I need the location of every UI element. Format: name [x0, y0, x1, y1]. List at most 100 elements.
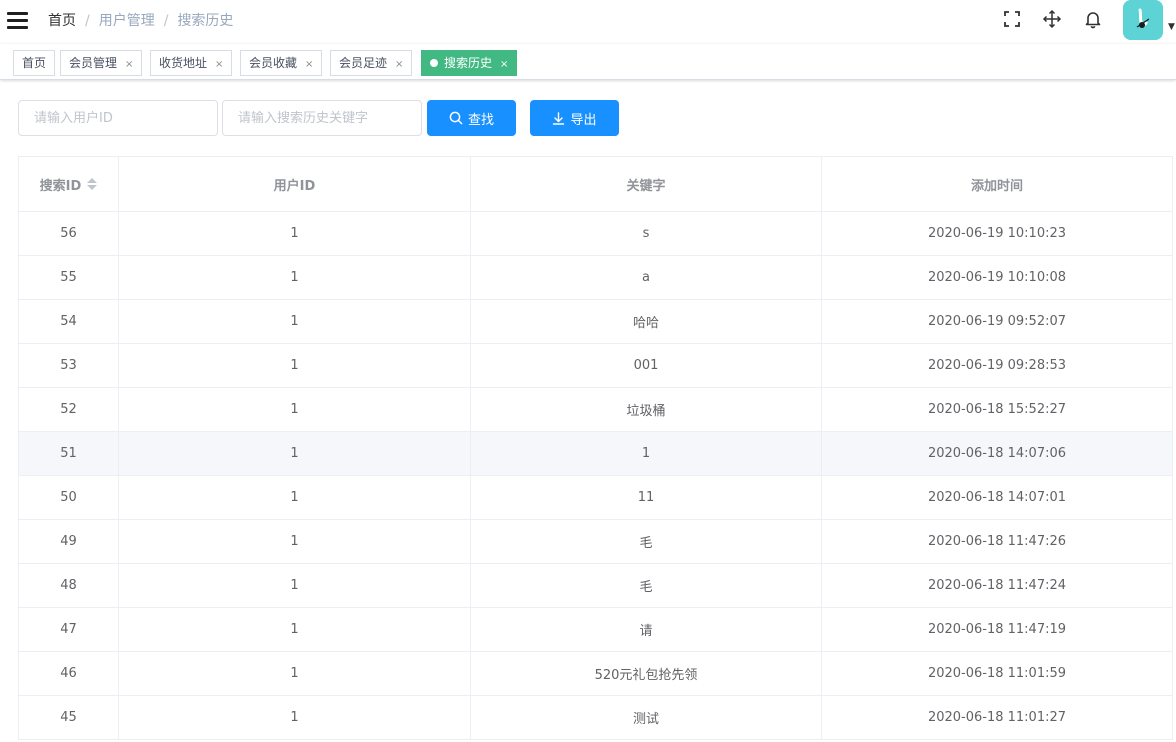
table-row[interactable]: 46 1 520元礼包抢先领 2020-06-18 11:01:59: [19, 652, 1173, 696]
search-icon: [449, 111, 463, 125]
column-header-search-id[interactable]: 搜索ID: [19, 157, 119, 211]
cell-search-id: 53: [19, 344, 119, 387]
cell-add-time: 2020-06-19 09:52:07: [822, 300, 1173, 343]
cell-search-id: 49: [19, 520, 119, 563]
tag-member-management[interactable]: 会员管理 ×: [60, 50, 143, 76]
table-row[interactable]: 53 1 001 2020-06-19 09:28:53: [19, 344, 1173, 388]
cell-user-id: 1: [119, 608, 471, 651]
tag-member-footprints[interactable]: 会员足迹 ×: [330, 50, 413, 76]
cell-user-id: 1: [119, 256, 471, 299]
search-history-table: 搜索ID 用户ID 关键字 添加时间 56 1 s 2020-06-19 10:10:…: [18, 156, 1173, 740]
cell-search-id: 48: [19, 564, 119, 607]
tag-close-icon[interactable]: ×: [125, 59, 133, 70]
cell-keyword: 1: [471, 432, 822, 475]
avatar-image: [1123, 0, 1163, 40]
cell-user-id: 1: [119, 520, 471, 563]
cell-add-time: 2020-06-18 14:07:01: [822, 476, 1173, 519]
search-button-label: 查找: [467, 112, 494, 128]
cell-keyword: 11: [471, 476, 822, 519]
table-body: 56 1 s 2020-06-19 10:10:23 55 1 a 2020-06-19 10…: [19, 212, 1173, 740]
cell-user-id: 1: [119, 300, 471, 343]
cell-search-id: 56: [19, 212, 119, 255]
cell-user-id: 1: [119, 564, 471, 607]
download-icon: [553, 111, 565, 125]
tag-label: 会员管理: [69, 56, 118, 70]
table-row[interactable]: 54 1 哈哈 2020-06-19 09:52:07: [19, 300, 1173, 344]
tag-label: 会员足迹: [339, 56, 388, 70]
keyword-input[interactable]: [222, 100, 422, 136]
search-button[interactable]: 查找: [427, 100, 516, 136]
cell-search-id: 50: [19, 476, 119, 519]
cell-search-id: 47: [19, 608, 119, 651]
user-id-input[interactable]: [18, 100, 218, 136]
cell-search-id: 46: [19, 652, 119, 695]
cell-add-time: 2020-06-18 11:47:24: [822, 564, 1173, 607]
table-row[interactable]: 52 1 垃圾桶 2020-06-18 15:52:27: [19, 388, 1173, 432]
table-row[interactable]: 47 1 请 2020-06-18 11:47:19: [19, 608, 1173, 652]
tag-label: 首页: [22, 56, 47, 70]
cell-keyword: 测试: [471, 696, 822, 739]
cell-keyword: 520元礼包抢先领: [471, 652, 822, 695]
table-row[interactable]: 50 1 11 2020-06-18 14:07:01: [19, 476, 1173, 520]
tag-close-icon[interactable]: ×: [215, 59, 223, 70]
table-row[interactable]: 45 1 测试 2020-06-18 11:01:27: [19, 696, 1173, 740]
table-row[interactable]: 55 1 a 2020-06-19 10:10:08: [19, 256, 1173, 300]
cell-add-time: 2020-06-18 11:01:27: [822, 696, 1173, 739]
sort-caret-icon[interactable]: [87, 178, 98, 190]
tag-close-icon[interactable]: ×: [305, 59, 313, 70]
cell-add-time: 2020-06-19 10:10:23: [822, 212, 1173, 255]
cell-search-id: 51: [19, 432, 119, 475]
bell-icon[interactable]: [1082, 8, 1104, 30]
cell-user-id: 1: [119, 388, 471, 431]
export-button[interactable]: 导出: [530, 100, 619, 136]
cell-search-id: 45: [19, 696, 119, 739]
cell-user-id: 1: [119, 212, 471, 255]
navbar: 首页 / 用户管理 / 搜索历史 ▼: [0, 0, 1176, 43]
cell-keyword: 垃圾桶: [471, 388, 822, 431]
column-header-keyword: 关键字: [471, 157, 822, 211]
cell-add-time: 2020-06-18 15:52:27: [822, 388, 1173, 431]
cell-user-id: 1: [119, 432, 471, 475]
cell-keyword: 请: [471, 608, 822, 651]
tags-view: 首页 会员管理 × 收货地址 × 会员收藏 × 会员足迹 × 搜索历史 ×: [0, 44, 1176, 80]
table-header-row: 搜索ID 用户ID 关键字 添加时间: [19, 157, 1173, 212]
tag-search-history[interactable]: 搜索历史 ×: [421, 50, 518, 76]
cell-search-id: 52: [19, 388, 119, 431]
fullscreen-icon[interactable]: [1001, 8, 1023, 30]
hamburger-menu-icon[interactable]: [7, 10, 29, 30]
cell-user-id: 1: [119, 344, 471, 387]
column-header-add-time: 添加时间: [822, 157, 1173, 211]
table-row[interactable]: 49 1 毛 2020-06-18 11:47:26: [19, 520, 1173, 564]
breadcrumb-item-search-history: 搜索历史: [177, 13, 234, 29]
tag-close-icon[interactable]: ×: [500, 59, 508, 70]
cell-keyword: 毛: [471, 520, 822, 563]
cell-add-time: 2020-06-18 14:07:06: [822, 432, 1173, 475]
export-button-label: 导出: [570, 112, 597, 128]
table-row[interactable]: 56 1 s 2020-06-19 10:10:23: [19, 212, 1173, 256]
tag-member-favorites[interactable]: 会员收藏 ×: [240, 50, 323, 76]
tag-close-icon[interactable]: ×: [395, 59, 403, 70]
tag-shipping-address[interactable]: 收货地址 ×: [150, 50, 233, 76]
avatar-caret-icon[interactable]: ▼: [1168, 22, 1175, 32]
table-row[interactable]: 51 1 1 2020-06-18 14:07:06: [19, 432, 1173, 476]
move-icon[interactable]: [1041, 8, 1063, 30]
breadcrumb-item-home[interactable]: 首页: [48, 13, 76, 29]
tag-home[interactable]: 首页: [13, 50, 56, 76]
cell-add-time: 2020-06-19 09:28:53: [822, 344, 1173, 387]
cell-keyword: 毛: [471, 564, 822, 607]
tag-label: 会员收藏: [249, 56, 298, 70]
column-header-user-id: 用户ID: [119, 157, 471, 211]
cell-search-id: 54: [19, 300, 119, 343]
avatar[interactable]: [1123, 0, 1163, 40]
cell-user-id: 1: [119, 652, 471, 695]
cell-keyword: s: [471, 212, 822, 255]
cell-keyword: 001: [471, 344, 822, 387]
breadcrumb: 首页 / 用户管理 / 搜索历史: [48, 13, 234, 29]
cell-add-time: 2020-06-19 10:10:08: [822, 256, 1173, 299]
table-row[interactable]: 48 1 毛 2020-06-18 11:47:24: [19, 564, 1173, 608]
cell-user-id: 1: [119, 476, 471, 519]
cell-keyword: a: [471, 256, 822, 299]
active-dot-icon: [430, 59, 438, 67]
cell-keyword: 哈哈: [471, 300, 822, 343]
cell-user-id: 1: [119, 696, 471, 739]
